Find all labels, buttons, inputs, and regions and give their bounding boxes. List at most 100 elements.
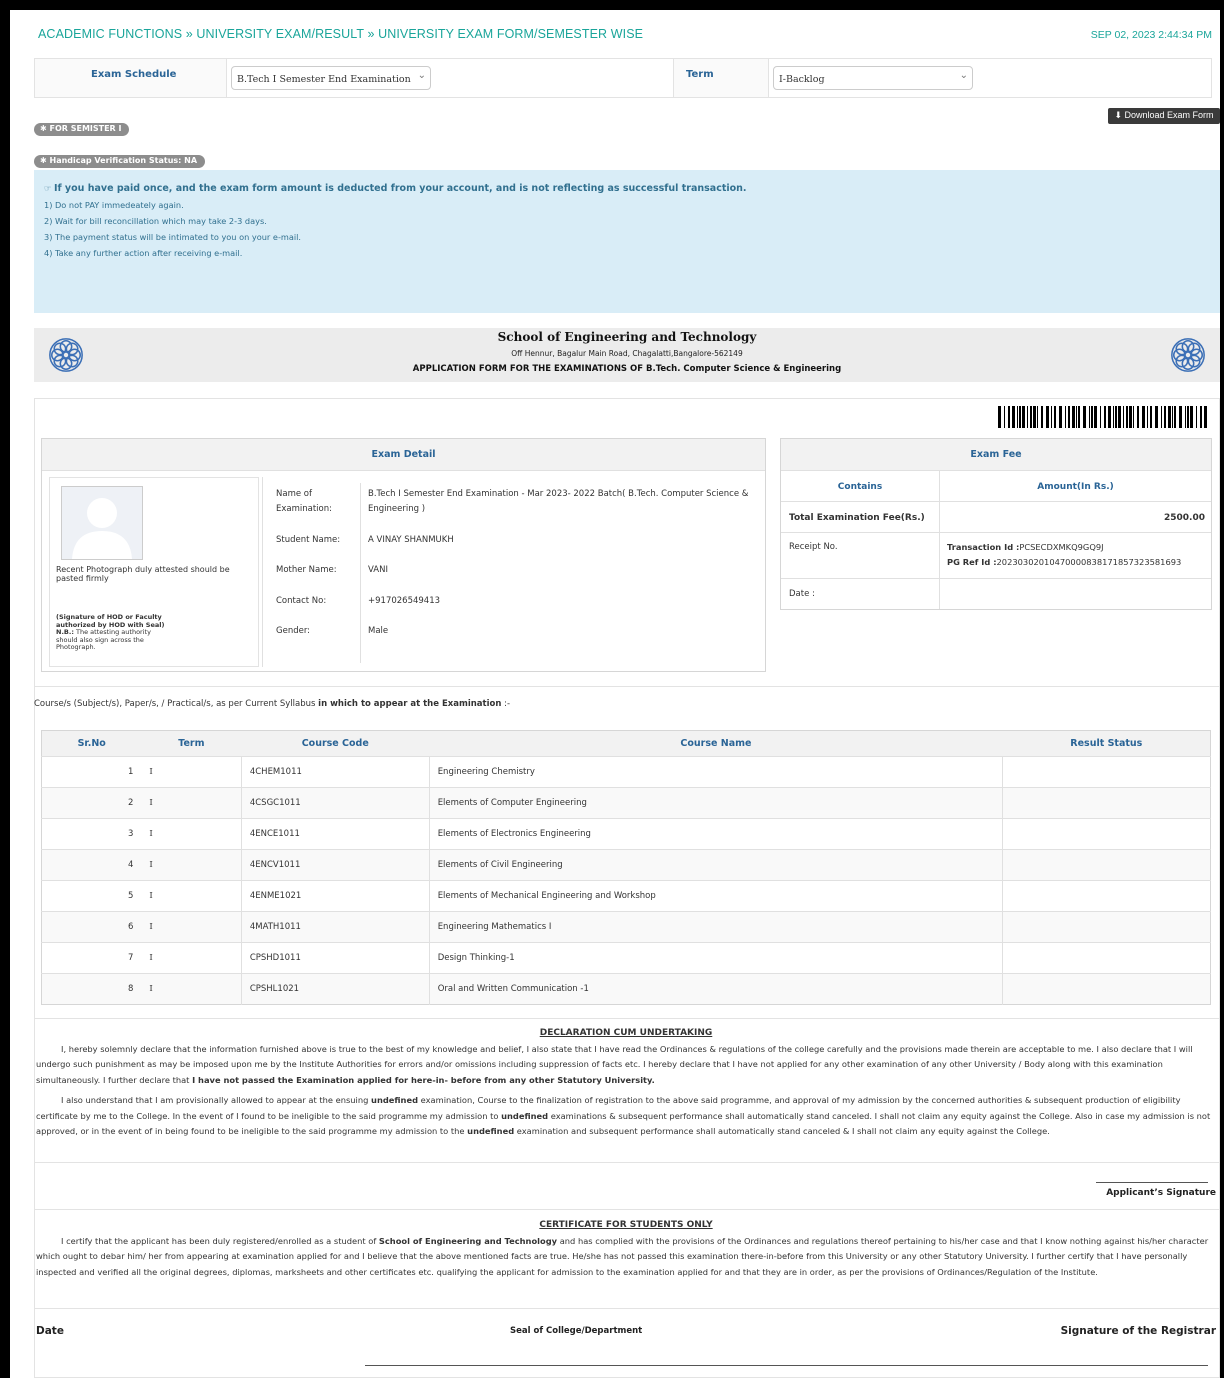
download-exam-form-button[interactable]: ⬇ Download Exam Form — [1108, 108, 1220, 124]
asterisk-icon: ✱ — [40, 124, 47, 133]
cell-sr-no: 6 — [41, 911, 142, 943]
datetime: SEP 02, 2023 2:44:34 PM — [1090, 29, 1212, 41]
cell-course-name: Elements of Civil Engineering — [428, 849, 1003, 881]
cell-result-status — [1002, 787, 1211, 819]
cell-course-code: 4ENCE1011 — [240, 818, 430, 850]
fee-receipt-row: Receipt No. Transaction Id :PCSECDXMKQ9G… — [781, 533, 1211, 579]
footer-date-label: Date — [36, 1325, 64, 1337]
student-name-value: A VINAY SHANMUKH — [368, 535, 454, 545]
photo-placeholder — [61, 486, 143, 560]
cell-sr-no: 2 — [41, 787, 142, 819]
cell-course-code: CPSHD1011 — [240, 942, 430, 974]
notice-item: 2) Wait for bill reconcillation which ma… — [44, 216, 267, 226]
table-row: 6 I 4MATH1011 Engineering Mathematics I — [41, 911, 1211, 943]
fee-col-contains: Contains — [837, 482, 883, 492]
table-row: 7 I CPSHD1011 Design Thinking-1 — [41, 942, 1211, 974]
fee-date-label: Date : — [789, 589, 815, 599]
section-divider — [34, 1209, 1220, 1210]
contact-label: Contact No: — [276, 596, 327, 606]
cell-term: I — [141, 787, 242, 819]
fee-receipt-label: Receipt No. — [789, 542, 838, 552]
courses-intro-emphasis: in which to appear at the Examination — [318, 699, 502, 709]
transaction-id: Transaction Id :PCSECDXMKQ9GQ9J — [947, 542, 1104, 552]
detail-divider — [360, 483, 361, 663]
table-row: 2 I 4CSGC1011 Elements of Computer Engineer… — [41, 787, 1211, 819]
course-table-body: 1 I 4CHEM1011 Engineering Chemistry 2 I 4CSGC1… — [41, 756, 1211, 1005]
fee-col-amount: Amount(In Rs.) — [939, 471, 1211, 502]
declaration-title: DECLARATION CUM UNDERTAKING — [539, 1028, 713, 1038]
section-divider — [34, 686, 1220, 687]
cell-course-code: 4CSGC1011 — [240, 787, 430, 819]
cell-course-name: Engineering Chemistry — [428, 756, 1003, 788]
courses-intro-suffix: :- — [501, 699, 511, 709]
cell-result-status — [1002, 818, 1211, 850]
certificate-text: I certify that the applicant has been du… — [61, 1235, 379, 1246]
table-row: 3 I 4ENCE1011 Elements of Electronics Engin… — [41, 818, 1211, 850]
cell-result-status — [1002, 911, 1211, 943]
cell-course-code: 4ENCV1011 — [240, 849, 430, 881]
cell-result-status — [1002, 880, 1211, 912]
cell-sr-no: 5 — [41, 880, 142, 912]
fee-divider — [939, 533, 940, 579]
gender-value: Male — [368, 626, 389, 636]
exam-detail-title: Exam Detail — [42, 439, 765, 471]
cell-course-code: 4ENME1021 — [240, 880, 430, 912]
cell-course-name: Oral and Written Communication -1 — [428, 973, 1003, 1005]
cell-course-code: CPSHL1021 — [240, 973, 430, 1005]
fee-divider — [939, 579, 940, 609]
term-value: I-Backlog — [779, 74, 825, 85]
fee-header-row: Contains Amount(In Rs.) — [781, 471, 1211, 502]
term-label-cell: Term — [673, 59, 769, 97]
cell-course-code: 4MATH1011 — [240, 911, 430, 943]
declaration-section: DECLARATION CUM UNDERTAKING I, hereby so… — [36, 1026, 1216, 1140]
cell-result-status — [1002, 849, 1211, 881]
institute-address: Off Hennur, Bagalur Main Road, Chagalatt… — [511, 349, 743, 358]
semester-badge: ✱ FOR SEMISTER I — [34, 123, 130, 136]
fee-total-label: Total Examination Fee(Rs.) — [789, 513, 925, 523]
gender-label: Gender: — [276, 626, 311, 636]
exam-name-value: B.Tech I Semester End Examination - Mar … — [368, 489, 749, 514]
section-divider — [34, 1308, 1220, 1309]
cell-term: I — [141, 911, 242, 943]
term-label: Term — [686, 69, 714, 80]
breadcrumb: ACADEMIC FUNCTIONS » UNIVERSITY EXAM/RES… — [38, 27, 644, 41]
exam-schedule-select[interactable]: B.Tech I Semester End Examination ⌄ — [231, 66, 431, 90]
cell-sr-no: 3 — [41, 818, 142, 850]
contact-value: +917026549413 — [368, 596, 441, 606]
col-term: Term — [141, 730, 242, 757]
exam-form-page: ACADEMIC FUNCTIONS » UNIVERSITY EXAM/RES… — [10, 10, 1220, 1378]
fee-date-row: Date : — [781, 579, 1211, 609]
chevron-down-icon: ⌄ — [959, 70, 968, 81]
certificate-section: CERTIFICATE FOR STUDENTS ONLY I certify … — [36, 1218, 1216, 1280]
cell-result-status — [1002, 942, 1211, 974]
declaration-p2-text: I also understand that I am provisionall… — [61, 1095, 372, 1105]
table-row: 1 I 4CHEM1011 Engineering Chemistry — [41, 756, 1211, 788]
filter-bar: Exam Schedule B.Tech I Semester End Exam… — [34, 58, 1212, 98]
form-title: APPLICATION FORM FOR THE EXAMINATIONS OF… — [412, 364, 842, 374]
cell-term: I — [141, 973, 242, 1005]
table-row: 5 I 4ENME1021 Elements of Mechanical Engine… — [41, 880, 1211, 912]
download-icon: ⬇ — [1114, 110, 1122, 120]
mother-name-value: VANI — [368, 565, 388, 575]
seal-label: Seal of College/Department — [510, 1326, 643, 1336]
handicap-status-badge: ✱ Handicap Verification Status: NA — [34, 155, 206, 168]
col-course-code: Course Code — [241, 730, 430, 757]
chevron-down-icon: ⌄ — [417, 70, 426, 81]
payment-notice: ☞ If you have paid once, and the exam fo… — [34, 170, 1220, 313]
user-avatar-icon — [72, 498, 132, 559]
asterisk-icon: ✱ — [40, 156, 47, 165]
section-divider — [34, 1162, 1220, 1163]
exam-schedule-value: B.Tech I Semester End Examination — [237, 74, 411, 85]
mother-name-label: Mother Name: — [276, 565, 337, 575]
undefined-text: undefined — [501, 1110, 549, 1121]
cell-sr-no: 7 — [41, 942, 142, 974]
registrar-signature-label: Signature of the Registrar — [1060, 1325, 1216, 1337]
term-select[interactable]: I-Backlog ⌄ — [773, 66, 973, 90]
cell-term: I — [141, 818, 242, 850]
undefined-text: undefined — [467, 1126, 515, 1136]
registrar-signature-line — [365, 1365, 1208, 1366]
fee-divider — [939, 502, 940, 533]
fee-total-row: Total Examination Fee(Rs.) 2500.00 — [781, 502, 1211, 533]
exam-schedule-label-cell: Exam Schedule — [35, 59, 227, 97]
transaction-id-value: PCSECDXMKQ9GQ9J — [1019, 542, 1104, 552]
